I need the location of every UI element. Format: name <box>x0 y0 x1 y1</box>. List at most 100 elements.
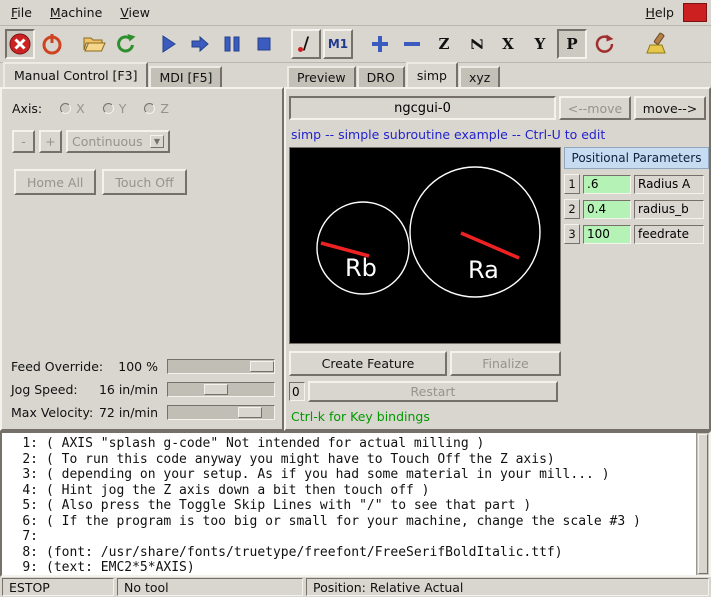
menu-file[interactable]: File <box>2 2 41 23</box>
view-perspective-button[interactable]: P <box>557 29 587 59</box>
view-y-icon: Y <box>535 35 546 53</box>
zoom-out-button[interactable] <box>397 29 427 59</box>
control-tabs: Manual Control [F3] MDI [F5] <box>0 63 284 87</box>
view-z-rotated-button[interactable]: Z <box>461 29 491 59</box>
param-value-input[interactable] <box>583 200 631 219</box>
menu-machine[interactable]: Machine <box>41 2 111 23</box>
estop-button[interactable] <box>5 29 35 59</box>
menu-view[interactable]: View <box>111 2 159 23</box>
tab-xyz[interactable]: xyz <box>459 66 500 87</box>
slider-thumb[interactable] <box>238 407 262 418</box>
tab-dro[interactable]: DRO <box>357 66 405 87</box>
ngcgui-body: <--move move--> simp -- simple subroutin… <box>284 87 711 431</box>
feed-override-label: Feed Override: <box>11 359 103 374</box>
machine-power-icon <box>40 32 64 56</box>
ngcgui-name-entry[interactable] <box>289 96 556 120</box>
slider-thumb[interactable] <box>204 384 228 395</box>
jog-speed-slider[interactable] <box>167 382 275 397</box>
axis-x-label: X <box>76 101 85 116</box>
max-velocity-value: 72 in/min <box>99 405 158 420</box>
toggle-skip-lines-button[interactable]: / <box>291 29 321 59</box>
positional-parameters: Positional Parameters 1 2 3 <box>564 147 709 344</box>
menu-help-accel: H <box>645 5 654 20</box>
jog-minus-button[interactable]: - <box>12 130 35 153</box>
param-value-input[interactable] <box>583 225 631 244</box>
step-icon <box>189 33 211 55</box>
view-x-button[interactable]: X <box>493 29 523 59</box>
preview-canvas: Rb Ra <box>289 147 561 344</box>
param-row: 2 <box>564 199 709 219</box>
param-name-input[interactable] <box>634 200 704 219</box>
feed-override-row: Feed Override: 100 % <box>6 355 278 377</box>
gcode-line: 3:( depending on your setup. As if you h… <box>8 467 693 483</box>
manual-control-body: Axis: X Y Z - + Continuous ▼ Home All To… <box>0 87 284 431</box>
m1-icon: M1 <box>328 37 348 51</box>
axis-z-label: Z <box>160 101 169 116</box>
run-button[interactable] <box>153 29 183 59</box>
menu-machine-rest: achine <box>61 5 103 20</box>
rotate-view-button[interactable] <box>589 29 619 59</box>
tab-manual-control[interactable]: Manual Control [F3] <box>3 62 148 87</box>
gcode-text-area[interactable]: 1:( AXIS "splash g-code" Not intended fo… <box>0 431 711 577</box>
stop-button[interactable] <box>249 29 279 59</box>
radio-icon <box>144 103 155 114</box>
open-file-button[interactable] <box>79 29 109 59</box>
param-name-input[interactable] <box>634 175 704 194</box>
view-y-button[interactable]: Y <box>525 29 555 59</box>
param-value-input[interactable] <box>583 175 631 194</box>
pause-button[interactable] <box>217 29 247 59</box>
clear-plot-button[interactable] <box>641 29 671 59</box>
code-scrollbar[interactable] <box>696 433 709 575</box>
run-icon <box>157 33 179 55</box>
jog-mode-select[interactable]: Continuous ▼ <box>66 130 170 153</box>
open-folder-icon <box>82 32 106 56</box>
optional-pause-button[interactable]: M1 <box>323 29 353 59</box>
menu-help[interactable]: Help <box>636 2 683 23</box>
step-button[interactable] <box>185 29 215 59</box>
axis-z-radio[interactable]: Z <box>144 101 169 116</box>
radius-b-label: Rb <box>345 254 377 282</box>
max-velocity-slider[interactable] <box>167 405 275 420</box>
tab-preview[interactable]: Preview <box>287 66 356 87</box>
scrollbar-thumb[interactable] <box>698 434 708 574</box>
zoom-in-icon <box>370 34 390 54</box>
max-velocity-row: Max Velocity: 72 in/min <box>6 401 278 423</box>
create-feature-button[interactable]: Create Feature <box>289 351 447 376</box>
move-left-button[interactable]: <--move <box>559 96 631 120</box>
parameters-header: Positional Parameters <box>564 147 709 169</box>
move-right-button[interactable]: move--> <box>634 96 706 120</box>
axis-x-radio[interactable]: X <box>60 101 85 116</box>
reload-icon <box>114 32 138 56</box>
finalize-button[interactable]: Finalize <box>450 351 561 376</box>
reload-button[interactable] <box>111 29 141 59</box>
tab-simp[interactable]: simp <box>406 62 458 87</box>
axis-y-radio[interactable]: Y <box>103 101 127 116</box>
preview-tabs: Preview DRO simp xyz <box>284 63 711 87</box>
status-bar: ESTOP No tool Position: Relative Actual <box>0 577 711 597</box>
touch-off-button[interactable]: Touch Off <box>102 169 186 195</box>
menu-view-rest: iew <box>129 5 150 20</box>
pause-icon <box>221 33 243 55</box>
key-bindings-hint: Ctrl-k for Key bindings <box>291 409 709 424</box>
gcode-line: 7: <box>8 529 693 545</box>
restart-count-entry[interactable] <box>289 382 305 401</box>
slider-thumb[interactable] <box>250 361 274 372</box>
tab-mdi[interactable]: MDI [F5] <box>149 66 222 87</box>
param-name-input[interactable] <box>634 225 704 244</box>
zoom-in-button[interactable] <box>365 29 395 59</box>
menu-bar: File Machine View Help <box>0 0 711 26</box>
view-z-rotated-icon: Z <box>467 39 485 50</box>
skip-lines-icon: / <box>303 34 309 54</box>
restart-button[interactable]: Restart <box>308 381 558 402</box>
menu-machine-accel: M <box>50 5 61 20</box>
close-button[interactable] <box>683 3 707 22</box>
feed-override-slider[interactable] <box>167 359 275 374</box>
preview-panel: Preview DRO simp xyz <--move move--> sim… <box>284 63 711 431</box>
feed-override-value: 100 % <box>118 359 158 374</box>
view-z-button[interactable]: Z <box>429 29 459 59</box>
home-all-button[interactable]: Home All <box>14 169 96 195</box>
jog-plus-button[interactable]: + <box>39 130 62 153</box>
machine-power-button[interactable] <box>37 29 67 59</box>
menu-help-rest: elp <box>655 5 674 20</box>
radio-icon <box>103 103 114 114</box>
